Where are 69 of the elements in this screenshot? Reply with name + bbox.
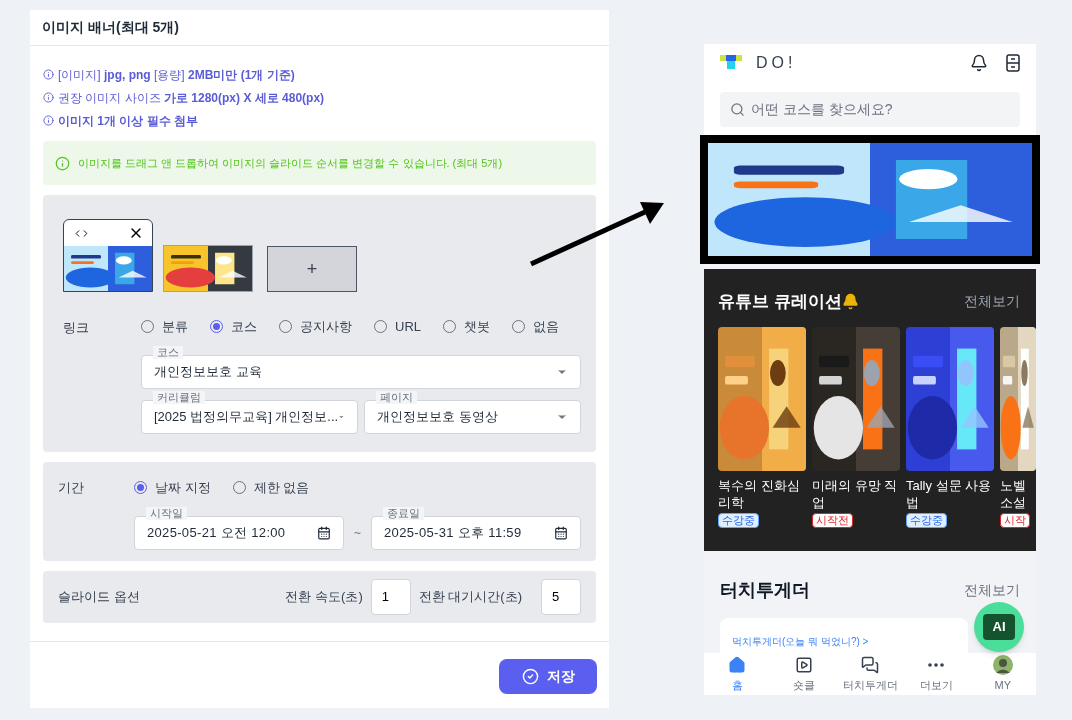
bell-icon: [841, 293, 859, 311]
calendar-icon: [317, 525, 331, 540]
nav-tab[interactable]: 더보기: [903, 654, 970, 694]
info-icon: [43, 92, 54, 103]
range-separator: ~: [354, 524, 361, 542]
radio-button[interactable]: URL: [374, 317, 421, 337]
wait-input[interactable]: 5: [541, 579, 581, 615]
bell-icon[interactable]: [970, 54, 988, 72]
nav-tab[interactable]: 숏클: [770, 654, 837, 694]
home-icon: [728, 655, 747, 674]
radio-button[interactable]: 제한 없음: [232, 478, 310, 498]
nav-tab[interactable]: 홈: [704, 654, 771, 694]
section-title: 유튜브 큐레이션: [718, 291, 842, 313]
field-label: 종료일: [383, 506, 424, 520]
field-label: 페이지: [376, 390, 417, 404]
field-label: 기간: [58, 479, 85, 497]
search-icon: [730, 102, 745, 117]
logo-text: DO!: [756, 53, 797, 73]
see-all-link[interactable]: 전체보기: [964, 580, 1020, 601]
status-badge: 시작전: [812, 512, 853, 528]
radio-button[interactable]: 없음: [512, 317, 559, 337]
check-icon: [521, 668, 539, 685]
info-text: 이미지 1개 이상 필수 첨부: [58, 112, 198, 130]
see-all-link[interactable]: 전체보기: [964, 291, 1020, 313]
course-title[interactable]: 미래의 유망 직업: [812, 476, 900, 511]
add-image-button[interactable]: +: [267, 246, 357, 292]
radio-button[interactable]: 공지사항: [279, 317, 352, 337]
course-title[interactable]: Tally 설문 사용법: [906, 476, 994, 511]
field-label: 전환 속도(초): [285, 588, 363, 607]
course-title[interactable]: 노벨 소설: [1000, 476, 1036, 511]
field-label: 전환 대기시간(초): [418, 588, 522, 607]
play-icon: [794, 655, 813, 674]
speed-input[interactable]: 1: [370, 579, 411, 615]
drawer-icon[interactable]: [1006, 54, 1020, 72]
field-label: 시작일: [146, 506, 187, 520]
status-badge: 수강중: [718, 512, 759, 528]
info-icon: [55, 155, 70, 171]
course-title[interactable]: 복수의 진화심리학: [718, 476, 806, 511]
panel-title: 이미지 배너(최대 5개): [42, 18, 179, 37]
nav-tab[interactable]: MY: [969, 654, 1037, 694]
image-thumbnail[interactable]: [63, 219, 153, 292]
chat-icon: [861, 655, 879, 674]
ai-chat-button[interactable]: AI: [974, 602, 1024, 652]
post-card[interactable]: 먹치투게더(오늘 뭐 먹었니?) >: [720, 618, 968, 653]
info-text: 권장 이미지 사이즈 가로 1280(px) X 세로 480(px): [58, 89, 325, 107]
status-badge: 수강중: [906, 512, 947, 528]
radio-button[interactable]: 분류: [141, 317, 188, 337]
field-label: 커리큘럼: [153, 390, 205, 404]
nav-tab[interactable]: 터치투게더: [836, 654, 904, 694]
save-button[interactable]: 저장: [499, 659, 597, 694]
logo-icon: [720, 55, 742, 71]
info-text: [이미지] jpg, png [용량] 2MB미만 (1개 기준): [58, 66, 295, 84]
info-icon: [43, 69, 54, 80]
more-icon: [928, 662, 945, 667]
calendar-icon: [554, 525, 568, 540]
field-label: 슬라이드 옵션: [58, 588, 141, 607]
radio-button[interactable]: 코스: [210, 317, 257, 337]
info-icon: [43, 115, 54, 126]
notice-text: 이미지를 드래그 앤 드롭하여 이미지의 슬라이드 순서를 변경할 수 있습니다. (최대 5개): [78, 155, 503, 171]
field-label: 코스: [153, 345, 183, 359]
drag-handle-icon[interactable]: [72, 227, 91, 239]
radio-button[interactable]: 날짜 지정: [134, 478, 211, 498]
radio-button[interactable]: 챗봇: [443, 317, 490, 337]
field-label: 링크: [63, 319, 90, 337]
avatar-icon: [992, 654, 1013, 675]
status-badge: 시작: [1000, 512, 1030, 528]
section-title: 터치투게더: [720, 579, 810, 602]
group-link[interactable]: 먹치투게더(오늘 뭐 먹었니?) >: [732, 636, 869, 647]
search-field[interactable]: 어떤 코스를 찾으세요?: [720, 92, 1020, 127]
